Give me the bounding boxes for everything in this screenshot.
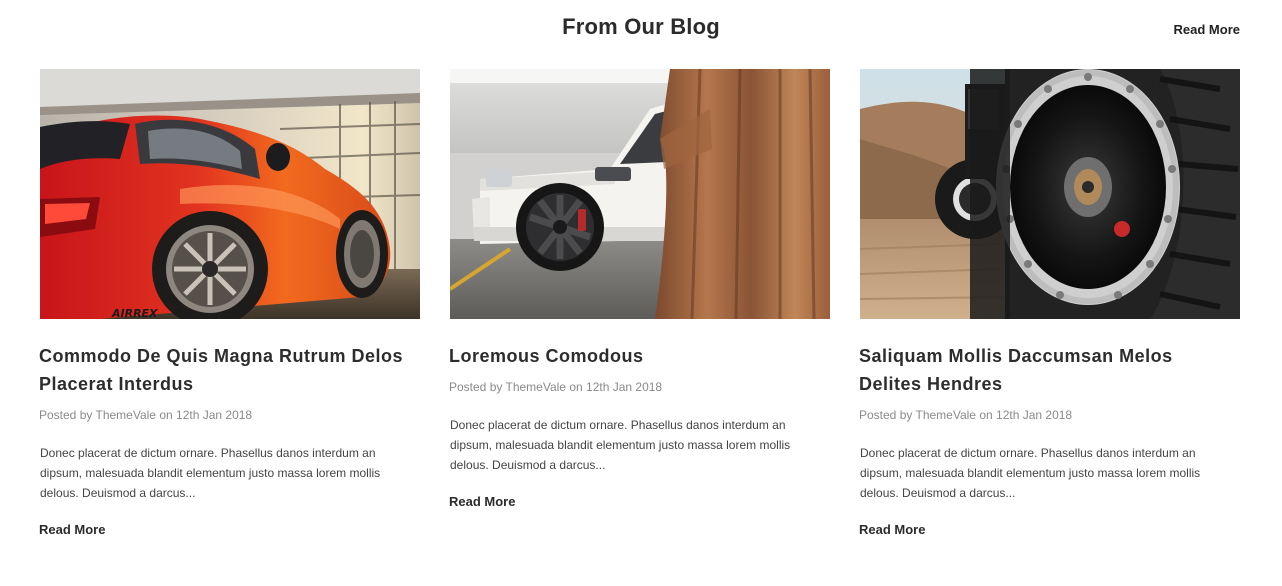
on-label: on xyxy=(979,408,993,422)
post-date-link[interactable]: 12th Jan 2018 xyxy=(996,408,1072,422)
post-title-link[interactable]: Loremous Comodous xyxy=(449,319,830,370)
post-excerpt: Donec placerat de dictum ornare. Phasell… xyxy=(450,418,791,472)
post-date-link[interactable]: 12th Jan 2018 xyxy=(176,408,252,422)
post-excerpt: Donec placerat de dictum ornare. Phasell… xyxy=(860,446,1201,500)
post-read-more-link[interactable]: Read More xyxy=(859,522,925,538)
post-date-link[interactable]: 12th Jan 2018 xyxy=(586,380,662,394)
white-suv-image xyxy=(450,69,830,319)
post-meta: Posted by ThemeVale on 12th Jan 2018 xyxy=(449,379,830,395)
on-label: on xyxy=(159,408,173,422)
post-thumbnail-red-sports-car[interactable]: AIRREX xyxy=(40,69,420,319)
section-read-more-link[interactable]: Read More xyxy=(1174,22,1240,38)
post-title-link[interactable]: Commodo De Quis Magna Rutrum Delos Place… xyxy=(39,319,420,398)
section-title: From Our Blog xyxy=(562,14,720,39)
post-excerpt: Donec placerat de dictum ornare. Phasell… xyxy=(40,446,381,500)
blog-post-card: Saliquam Mollis Daccumsan Melos Delites … xyxy=(859,69,1240,539)
post-thumbnail-offroad-tire[interactable] xyxy=(860,69,1240,319)
svg-text:AIRREX: AIRREX xyxy=(111,307,158,319)
offroad-tire-image xyxy=(860,69,1240,319)
post-author-link[interactable]: ThemeVale xyxy=(96,408,156,422)
on-label: on xyxy=(569,380,583,394)
blog-post-card: Loremous Comodous Posted by ThemeVale on… xyxy=(449,69,830,511)
post-author-link[interactable]: ThemeVale xyxy=(506,380,566,394)
post-meta: Posted by ThemeVale on 12th Jan 2018 xyxy=(859,407,1240,423)
red-sports-car-image: AIRREX xyxy=(40,69,420,319)
post-read-more-link[interactable]: Read More xyxy=(39,522,105,538)
post-meta: Posted by ThemeVale on 12th Jan 2018 xyxy=(39,407,420,423)
post-author-link[interactable]: ThemeVale xyxy=(916,408,976,422)
blog-post-card: AIRREX Commodo De Quis Magna Rutrum Delo… xyxy=(39,69,420,539)
posted-by-label: Posted by xyxy=(449,380,503,394)
posted-by-label: Posted by xyxy=(39,408,93,422)
post-thumbnail-white-suv[interactable] xyxy=(450,69,830,319)
post-title-link[interactable]: Saliquam Mollis Daccumsan Melos Delites … xyxy=(859,319,1240,398)
posted-by-label: Posted by xyxy=(859,408,913,422)
post-read-more-link[interactable]: Read More xyxy=(449,494,515,510)
